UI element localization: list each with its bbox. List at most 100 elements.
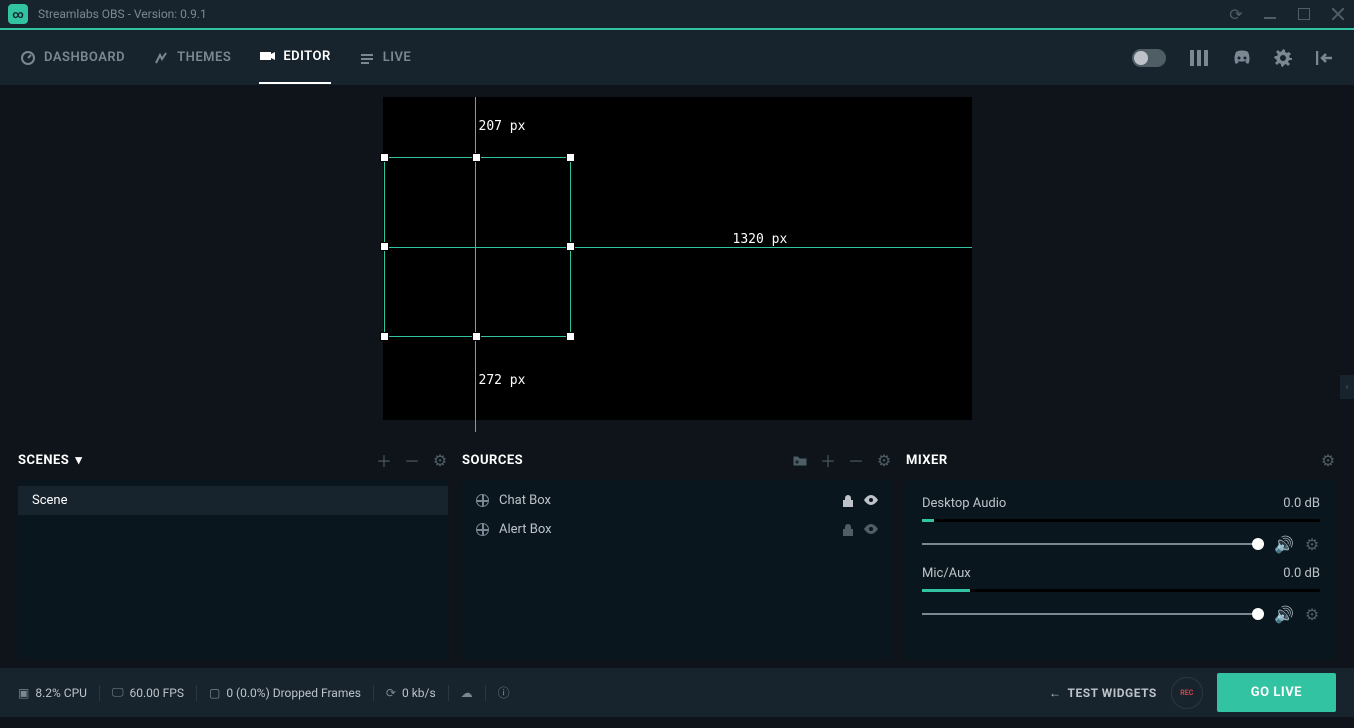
mixer-gear-icon[interactable]: ⚙ xyxy=(1304,606,1320,622)
divider xyxy=(448,685,449,701)
scenes-add-button[interactable]: ＋ xyxy=(376,452,392,468)
stat-dropped-value: 0 (0.0%) Dropped Frames xyxy=(226,686,361,700)
live-icon xyxy=(359,50,375,66)
editor-icon xyxy=(259,49,275,65)
titlebar: ∞ Streamlabs OBS - Version: 0.9.1 ⟳ xyxy=(0,0,1354,30)
sidebar-expand[interactable]: ‹ xyxy=(1340,375,1354,399)
go-live-button[interactable]: GO LIVE xyxy=(1217,673,1336,712)
stat-dropped: ▢0 (0.0%) Dropped Frames xyxy=(209,686,361,700)
test-widgets-button[interactable]: ← TEST WIDGETS xyxy=(1049,686,1157,700)
handle-mid-left[interactable] xyxy=(380,242,389,251)
window-title: Streamlabs OBS - Version: 0.9.1 xyxy=(38,7,207,21)
scenes-title[interactable]: SCENES ▾ xyxy=(18,453,82,468)
logout-icon[interactable] xyxy=(1316,49,1334,67)
source-item-label: Alert Box xyxy=(499,522,552,537)
fps-icon: 🖵 xyxy=(112,685,124,700)
sources-add-button[interactable]: ＋ xyxy=(820,452,836,468)
footer: ▣8.2% CPU 🖵60.00 FPS ▢0 (0.0%) Dropped F… xyxy=(0,667,1354,717)
stat-cpu-value: 8.2% CPU xyxy=(35,686,87,700)
scenes-title-label: SCENES xyxy=(18,453,69,468)
cloud-icon: ☁ xyxy=(461,686,473,700)
sources-settings-button[interactable]: ⚙ xyxy=(876,452,892,468)
slider-thumb[interactable] xyxy=(1252,608,1264,620)
mixer-list: Desktop Audio 0.0 dB 🔊 ⚙ Mic/Aux 0.0 dB xyxy=(906,480,1336,659)
nav-themes[interactable]: THEMES xyxy=(153,33,231,83)
vu-meter xyxy=(922,589,1320,592)
mixer-channel-name: Mic/Aux xyxy=(922,566,971,581)
themes-icon xyxy=(153,50,169,66)
eye-icon[interactable] xyxy=(864,495,878,507)
mute-icon[interactable]: 🔊 xyxy=(1276,536,1292,552)
volume-slider[interactable] xyxy=(922,613,1264,615)
nav-themes-label: THEMES xyxy=(177,50,231,65)
mixer-title: MIXER xyxy=(906,453,948,468)
handle-mid-right[interactable] xyxy=(566,242,575,251)
scenes-panel: SCENES ▾ ＋ － ⚙ Scene xyxy=(18,446,448,659)
nav-dashboard[interactable]: DASHBOARD xyxy=(20,33,125,83)
test-widgets-label: TEST WIDGETS xyxy=(1068,686,1157,700)
selection-box[interactable] xyxy=(384,157,571,337)
volume-slider[interactable] xyxy=(922,543,1264,545)
bitrate-icon: ⟳ xyxy=(386,686,396,700)
handle-bot-left[interactable] xyxy=(380,332,389,341)
maximize-button[interactable] xyxy=(1296,6,1312,22)
night-mode-toggle[interactable] xyxy=(1132,49,1166,67)
minimize-button[interactable] xyxy=(1262,6,1278,22)
divider xyxy=(485,685,486,701)
divider xyxy=(373,685,374,701)
stat-cloud[interactable]: ☁ xyxy=(461,686,473,700)
navbar: DASHBOARD THEMES EDITOR LIVE xyxy=(0,30,1354,85)
globe-icon xyxy=(476,494,489,507)
mixer-channel-level: 0.0 dB xyxy=(1283,566,1320,581)
sources-folder-button[interactable] xyxy=(792,452,808,468)
handle-top-right[interactable] xyxy=(566,153,575,162)
refresh-icon[interactable]: ⟳ xyxy=(1228,6,1244,22)
scenes-list: Scene xyxy=(18,480,448,659)
discord-icon[interactable] xyxy=(1232,49,1250,67)
mixer-channel: Mic/Aux 0.0 dB 🔊 ⚙ xyxy=(906,556,1336,626)
mixer-channel: Desktop Audio 0.0 dB 🔊 ⚙ xyxy=(906,486,1336,556)
lock-icon[interactable] xyxy=(842,524,854,536)
handle-bot-right[interactable] xyxy=(566,332,575,341)
settings-icon[interactable] xyxy=(1274,49,1292,67)
sources-list: Chat Box Alert Box xyxy=(462,480,892,659)
nav-editor-label: EDITOR xyxy=(283,49,330,64)
source-item[interactable]: Alert Box xyxy=(462,515,892,544)
eye-icon[interactable] xyxy=(864,524,878,536)
mute-icon[interactable]: 🔊 xyxy=(1276,606,1292,622)
stat-bitrate: ⟳ 0 kb/s xyxy=(386,686,436,700)
nav-live[interactable]: LIVE xyxy=(359,33,412,83)
scene-item[interactable]: Scene xyxy=(18,486,448,515)
globe-icon xyxy=(476,523,489,536)
mixer-gear-icon[interactable]: ⚙ xyxy=(1304,536,1320,552)
mixer-settings-button[interactable]: ⚙ xyxy=(1320,452,1336,468)
slider-thumb[interactable] xyxy=(1252,538,1264,550)
nav-dashboard-label: DASHBOARD xyxy=(44,50,125,65)
divider xyxy=(99,685,100,701)
handle-top-left[interactable] xyxy=(380,153,389,162)
sources-remove-button[interactable]: － xyxy=(848,452,864,468)
preview-canvas[interactable]: 207 px 272 px 1320 px xyxy=(383,97,972,420)
source-item-label: Chat Box xyxy=(499,493,551,508)
dimension-right: 1320 px xyxy=(733,232,788,247)
lock-icon[interactable] xyxy=(842,495,854,507)
scenes-settings-button[interactable]: ⚙ xyxy=(432,452,448,468)
mixer-channel-level: 0.0 dB xyxy=(1283,496,1320,511)
source-item[interactable]: Chat Box xyxy=(462,486,892,515)
preview-area[interactable]: 207 px 272 px 1320 px xyxy=(0,85,1354,432)
chevron-down-icon: ▾ xyxy=(75,453,82,468)
layout-icon[interactable] xyxy=(1190,49,1208,67)
stat-info[interactable]: ⓘ xyxy=(498,684,510,701)
mixer-panel: MIXER ⚙ Desktop Audio 0.0 dB 🔊 ⚙ xyxy=(906,446,1336,659)
handle-bot-mid[interactable] xyxy=(472,332,481,341)
panels: SCENES ▾ ＋ － ⚙ Scene SOURCES ＋ － ⚙ xyxy=(0,432,1354,667)
nav-editor[interactable]: EDITOR xyxy=(259,32,330,84)
handle-top-mid[interactable] xyxy=(472,153,481,162)
arrow-left-icon: ← xyxy=(1049,686,1062,700)
close-button[interactable] xyxy=(1330,6,1346,22)
stat-bitrate-value: 0 kb/s xyxy=(402,686,436,700)
mixer-channel-name: Desktop Audio xyxy=(922,496,1006,511)
scenes-remove-button[interactable]: － xyxy=(404,452,420,468)
dimension-top: 207 px xyxy=(479,119,526,134)
record-button[interactable]: REC xyxy=(1171,677,1203,709)
